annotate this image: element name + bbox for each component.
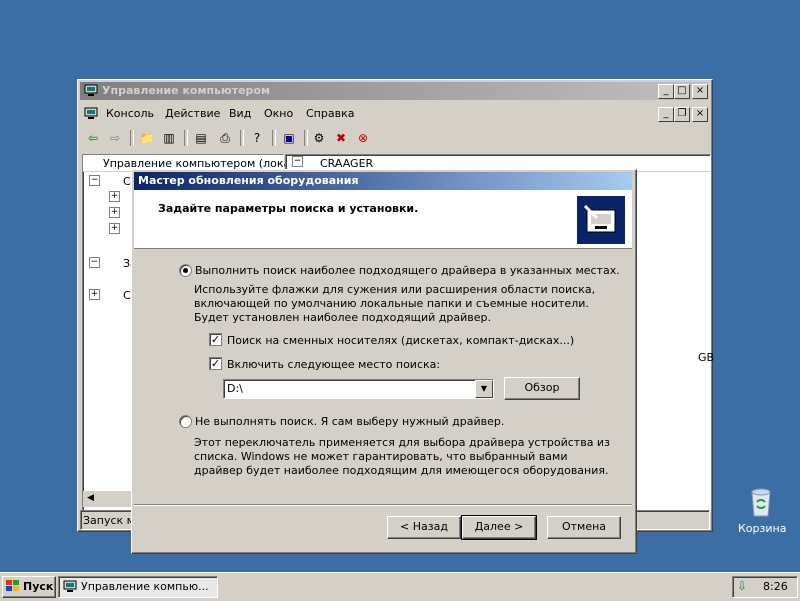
computer-icon [84,84,98,97]
tree-collapse-toggle[interactable]: − [89,175,100,186]
tree-expand-toggle[interactable]: + [109,207,120,218]
option-dont-search-description: Этот переключатель применяется для выбор… [194,436,610,477]
minimize-button[interactable]: _ [658,84,674,99]
recycle-bin[interactable]: Корзина [738,486,787,535]
toolbar-separator [240,130,244,146]
taskbar: Пуск Управление компью... ⇩ 8:26 [0,572,800,601]
tree-expand-toggle[interactable]: + [109,223,120,234]
disable-device-icon[interactable]: ✖ [332,129,350,147]
child-close-button[interactable]: × [692,107,708,122]
close-button[interactable]: × [692,84,708,99]
scan-hardware-icon[interactable]: ▣ [280,129,298,147]
main-window-title: Управление компьютером [102,84,270,97]
tree-expand-toggle[interactable]: + [109,191,120,202]
search-location-value: D:\ [227,382,243,395]
safely-remove-hardware-icon[interactable]: ⇩ [737,579,747,593]
next-button[interactable]: Далее > [461,515,537,540]
forward-arrow-icon[interactable]: ⇨ [106,129,124,147]
wizard-divider [134,504,632,506]
details-size-fragment: GB [698,351,715,364]
hardware-update-wizard: Мастер обновления оборудования Задайте п… [131,169,637,554]
console-icon[interactable] [84,107,98,123]
back-arrow-icon[interactable]: ⇦ [84,129,102,147]
back-button[interactable]: < Назад [387,516,461,539]
toolbar: ⇦ ⇨ 📁 ▥ ▤ ⎙ ? ▣ ⚙ ✖ ⊗ [80,127,708,151]
uninstall-device-icon[interactable]: ⊗ [354,129,372,147]
toolbar-separator [130,130,134,146]
search-location-combobox[interactable]: D:\ ▼ [223,379,494,399]
computer-icon [63,580,77,596]
tree-collapse-toggle[interactable]: − [89,257,100,268]
tree-expand-toggle[interactable]: + [89,289,100,300]
menu-action[interactable]: Действие [165,107,220,120]
properties-icon[interactable]: ▤ [192,129,210,147]
show-hide-tree-icon[interactable]: ▥ [160,129,178,147]
menu-view[interactable]: Вид [229,107,251,120]
radio-dont-search[interactable] [179,415,192,428]
start-label: Пуск [23,580,54,593]
scroll-left-icon[interactable]: ◀ [87,493,94,503]
menu-bar: Консоль Действие Вид Окно Справка _ ❐ × [80,104,708,124]
main-titlebar[interactable]: Управление компьютером _ □ × [80,82,708,100]
child-restore-button[interactable]: ❐ [674,107,690,122]
checkbox-removable-media[interactable]: ✓ [209,333,222,346]
update-driver-icon[interactable]: ⚙ [310,129,328,147]
clock: 8:26 [763,580,788,593]
checkbox-removable-media-label[interactable]: Поиск на сменных носителях (дискетах, ко… [227,334,574,347]
wizard-title: Мастер обновления оборудования [138,174,359,187]
menu-window[interactable]: Окно [264,107,293,120]
windows-logo-icon [6,580,20,592]
help-icon[interactable]: ? [248,129,266,147]
system-tray: ⇩ 8:26 [732,576,798,598]
hardware-wizard-icon [577,196,625,244]
up-folder-icon[interactable]: 📁 [138,129,156,147]
menu-help[interactable]: Справка [306,107,354,120]
taskbar-computer-management[interactable]: Управление компью... [58,576,218,598]
option-search-description: Используйте флажки для сужения или расши… [194,283,596,324]
details-collapse-toggle[interactable]: − [292,156,303,167]
wizard-header: Задайте параметры поиска и установки. [134,190,632,249]
browse-button[interactable]: Обзор [504,377,580,400]
taskbar-task-label: Управление компью... [81,580,209,593]
dropdown-arrow-icon[interactable]: ▼ [475,380,493,398]
recycle-bin-icon [745,486,777,518]
checkbox-include-location-label[interactable]: Включить следующее место поиска: [227,358,440,371]
child-minimize-button[interactable]: _ [658,107,674,122]
start-button[interactable]: Пуск [2,576,56,598]
option-search-label[interactable]: Выполнить поиск наиболее подходящего дра… [195,264,620,277]
checkbox-include-location[interactable]: ✓ [209,357,222,370]
toolbar-separator [184,130,188,146]
option-dont-search-label[interactable]: Не выполнять поиск. Я сам выберу нужный … [195,415,504,428]
print-icon[interactable]: ⎙ [216,129,234,147]
maximize-button[interactable]: □ [674,84,690,99]
wizard-titlebar[interactable]: Мастер обновления оборудования [134,172,632,190]
recycle-bin-label: Корзина [738,522,787,535]
toolbar-separator [272,130,276,146]
wizard-header-title: Задайте параметры поиска и установки. [158,202,419,215]
radio-search-best-driver[interactable] [179,264,192,277]
cancel-button[interactable]: Отмена [547,516,621,539]
toolbar-separator [304,130,308,146]
menu-console[interactable]: Консоль [106,107,154,120]
